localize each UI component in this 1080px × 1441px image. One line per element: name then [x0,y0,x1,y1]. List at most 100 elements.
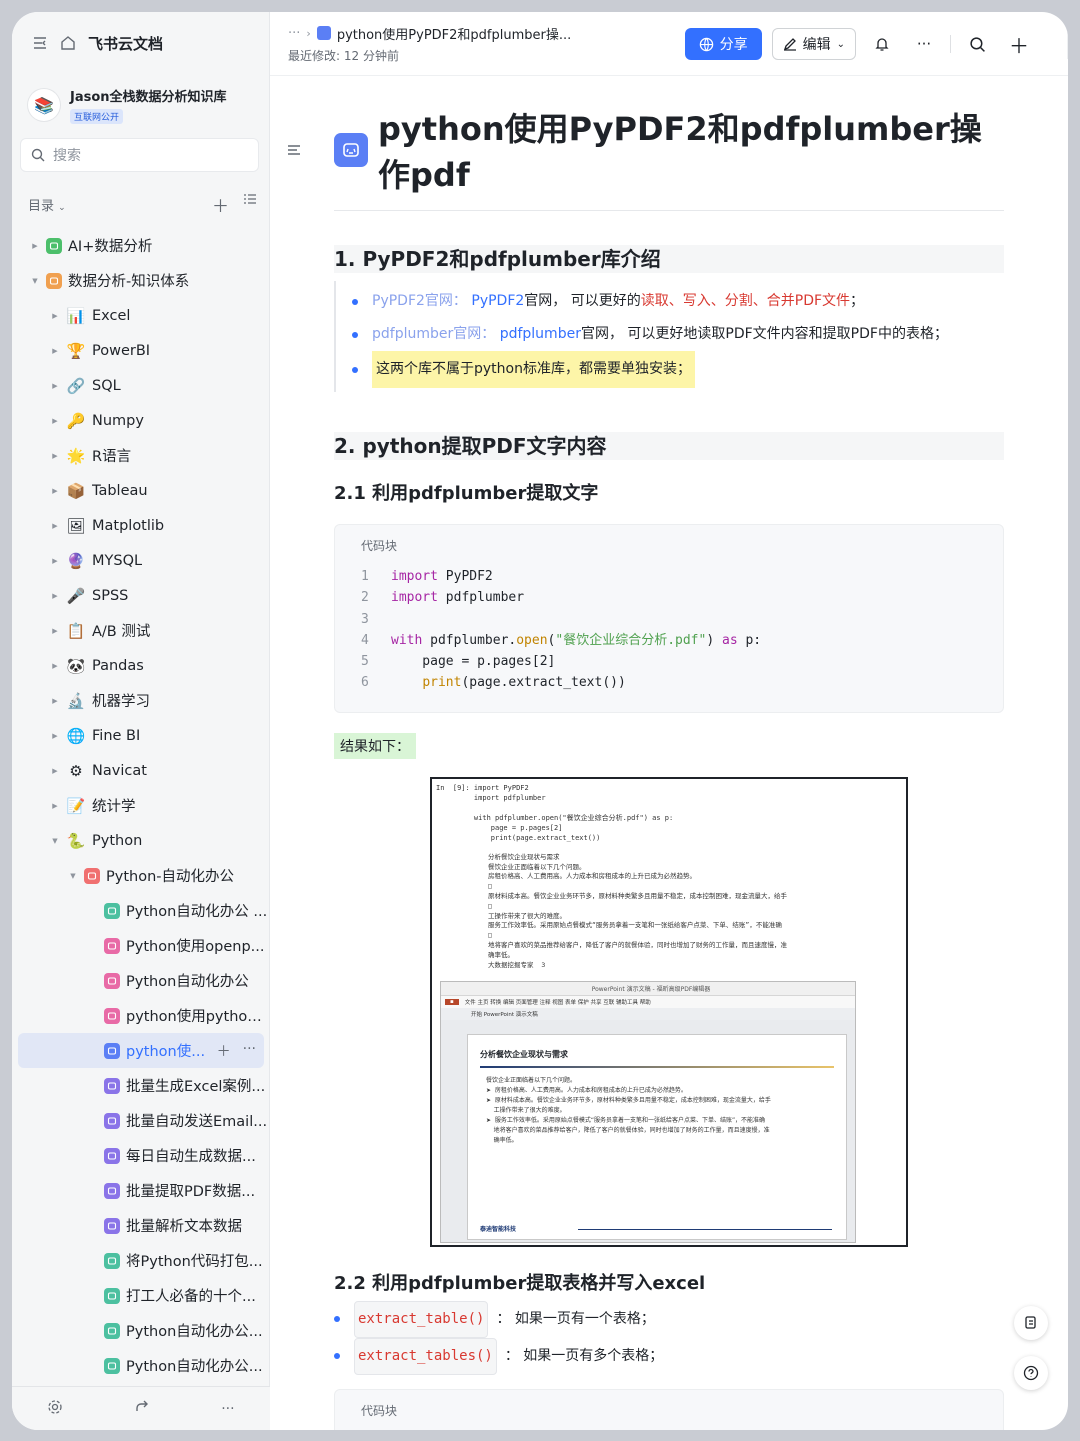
sidebar-item[interactable]: Python使用openp... [12,928,270,963]
caret-right-icon[interactable]: ▶ [48,697,62,705]
caret-right-icon[interactable]: ▶ [48,347,62,355]
list-item[interactable]: PyPDF2官网： PyPDF2 官网， 可以更好的 读取、写入、分割、合并PD… [352,285,1004,318]
sidebar-item[interactable]: 每日自动生成数据... [12,1138,270,1173]
sidebar-item-label: Python自动化办公 [126,974,249,990]
caret-right-icon[interactable]: ▶ [48,557,62,565]
sidebar-item[interactable]: ▼ 🐍 Python [12,823,270,858]
sidebar-item[interactable]: Python自动化办公... [12,1348,270,1383]
add-icon[interactable]: ＋ [212,192,229,217]
search-box[interactable]: 搜索 [20,138,259,172]
emoji-icon: 🐼 [66,656,86,675]
share-out-icon[interactable] [134,1399,150,1419]
sidebar-item[interactable]: ▶ AI+数据分析 [12,228,270,263]
more-icon[interactable]: ··· [243,1041,256,1061]
sidebar-item[interactable]: ▶ 🏆 PowerBI [12,333,270,368]
sidebar-item[interactable]: ▶ 🎤 SPSS [12,578,270,613]
bell-icon[interactable] [866,28,898,60]
caret-right-icon[interactable]: ▶ [48,312,62,320]
sidebar-item-label: 将Python代码打包... [126,1254,263,1270]
pypdf2-link[interactable]: PyPDF2 [471,285,524,318]
caret-right-icon[interactable]: ▶ [48,767,62,775]
home-icon[interactable] [60,35,76,51]
sidebar-item[interactable]: Python自动化办公 [12,963,270,998]
sidebar-item[interactable]: ▶ 🔗 SQL [12,368,270,403]
caret-down-icon[interactable]: ▼ [48,837,62,845]
doc-title[interactable]: python使用PyPDF2和pdfplumber操作pdf [378,104,1004,196]
caret-right-icon[interactable]: ▶ [48,452,62,460]
caret-right-icon[interactable]: ▶ [48,732,62,740]
emoji-icon: 📋 [66,621,86,640]
sidebar-item[interactable]: python使... ＋ ··· [18,1033,264,1068]
sidebar-item[interactable]: ▶ ⚙ Navicat [12,753,270,788]
outline-icon[interactable] [286,142,302,162]
sidebar-item[interactable]: python使用python... [12,998,270,1033]
sidebar-item[interactable]: 将Python代码打包... [12,1243,270,1278]
code-text: import PyPDF2 [391,569,493,584]
caret-right-icon[interactable]: ▶ [48,487,62,495]
caret-right-icon[interactable]: ▶ [48,417,62,425]
settings-icon[interactable] [47,1399,63,1419]
text: ； [850,293,865,309]
sidebar-item[interactable]: ▶ 📊 Excel [12,298,270,333]
inline-code: extract_table() [354,1300,489,1338]
heading-2-2[interactable]: 2.2 利用pdfplumber提取表格并写入excel [334,1269,1004,1295]
list-item[interactable]: extract_table() ： 如果一页有一个表格； [334,1300,1004,1338]
heading-2-1[interactable]: 2.1 利用pdfplumber提取文字 [334,480,1004,508]
sidebar-item[interactable]: 打工人必备的十个... [12,1278,270,1313]
list-icon[interactable] [243,192,257,217]
collapse-sidebar-icon[interactable] [32,35,48,51]
share-button[interactable]: 分享 [684,28,762,60]
heading-1[interactable]: 1. PyPDF2和pdfplumber库介绍 [334,245,1004,273]
caret-right-icon[interactable]: ▶ [48,592,62,600]
sidebar-item[interactable]: Python自动化办公... [12,1313,270,1348]
breadcrumb-more[interactable]: ··· [288,26,300,41]
sidebar-item[interactable]: ▶ 🌟 R语言 [12,438,270,473]
sidebar-item[interactable]: ▶ 📦 Tableau [12,473,270,508]
list-item[interactable]: 这两个库不属于python标准库，都需要单独安装； [352,351,1004,388]
sidebar-item[interactable]: ▶ 🔑 Numpy [12,403,270,438]
caret-down-icon[interactable]: ▼ [28,277,42,285]
caret-right-icon[interactable]: ▶ [48,802,62,810]
more-icon[interactable]: ··· [221,1401,234,1417]
sidebar-item[interactable]: Python自动化办公 ... [12,893,270,928]
search-icon[interactable] [961,28,993,60]
sidebar-item-label: Navicat [92,762,147,779]
caret-down-icon[interactable]: ▼ [66,872,80,880]
link-label: PyPDF2官网： [372,293,467,309]
sidebar-item[interactable]: 批量提取PDF数据... [12,1173,270,1208]
code-block[interactable]: 代码块 1 import PyPDF2 2 import pdfplumber 3 4 wi… [334,524,1004,713]
heading-2[interactable]: 2. python提取PDF文字内容 [334,432,1004,460]
list-item[interactable]: extract_tables() ： 如果一页有多个表格； [334,1337,1004,1375]
add-icon[interactable]: ＋ [217,1041,231,1061]
sidebar-item[interactable]: 批量解析文本数据 [12,1208,270,1243]
sidebar-item[interactable]: ▶ 🌐 Fine BI [12,718,270,753]
sidebar-item[interactable]: 批量自动发送Email... [12,1103,270,1138]
sidebar-item[interactable]: ▶ 🐼 Pandas [12,648,270,683]
sidebar-item[interactable]: ▶ 📋 A/B 测试 [12,613,270,648]
sidebar-item[interactable]: ▼ Python-自动化办公 [12,858,270,893]
sidebar-item[interactable]: ▶ 🖼 Matplotlib [12,508,270,543]
app-name[interactable]: 飞书云文档 [88,33,163,54]
knowledge-base[interactable]: 📚 Jason全栈数据分析知识库 互联网公开 [12,74,269,124]
add-icon[interactable]: ＋ [1003,28,1035,60]
sidebar-item[interactable]: ▶ 🔮 MYSQL [12,543,270,578]
sidebar-item[interactable]: ▼ 数据分析-知识体系 [12,263,270,298]
list-item[interactable]: pdfplumber官网： pdfplumber 官网， 可以更好地读取PDF文… [352,318,1004,351]
sidebar-item[interactable]: ▶ 🔬 机器学习 [12,683,270,718]
caret-right-icon[interactable]: ▶ [48,522,62,530]
caret-right-icon[interactable]: ▶ [48,382,62,390]
toc-dropdown[interactable]: 目录 ⌄ [28,195,66,214]
sidebar-item-label: Python自动化办公... [126,1359,263,1375]
sidebar-item[interactable]: ▶ 📝 统计学 [12,788,270,823]
caret-right-icon[interactable]: ▶ [48,627,62,635]
edit-button[interactable]: 编辑 ⌄ [771,28,856,60]
help-icon[interactable] [1014,1356,1048,1390]
sidebar-item[interactable]: 批量生成Excel案例... [12,1068,270,1103]
copy-doc-icon[interactable] [1014,1306,1048,1340]
caret-right-icon[interactable]: ▶ [48,662,62,670]
pdfplumber-link[interactable]: pdfplumber [500,318,581,351]
more-icon[interactable]: ··· [908,28,940,60]
breadcrumb-doc[interactable]: python使用PyPDF2和pdfplumber操... [337,24,571,43]
caret-right-icon[interactable]: ▶ [28,242,42,250]
code-block-2[interactable]: 代码块 1import PyPDF2 [334,1388,1004,1430]
